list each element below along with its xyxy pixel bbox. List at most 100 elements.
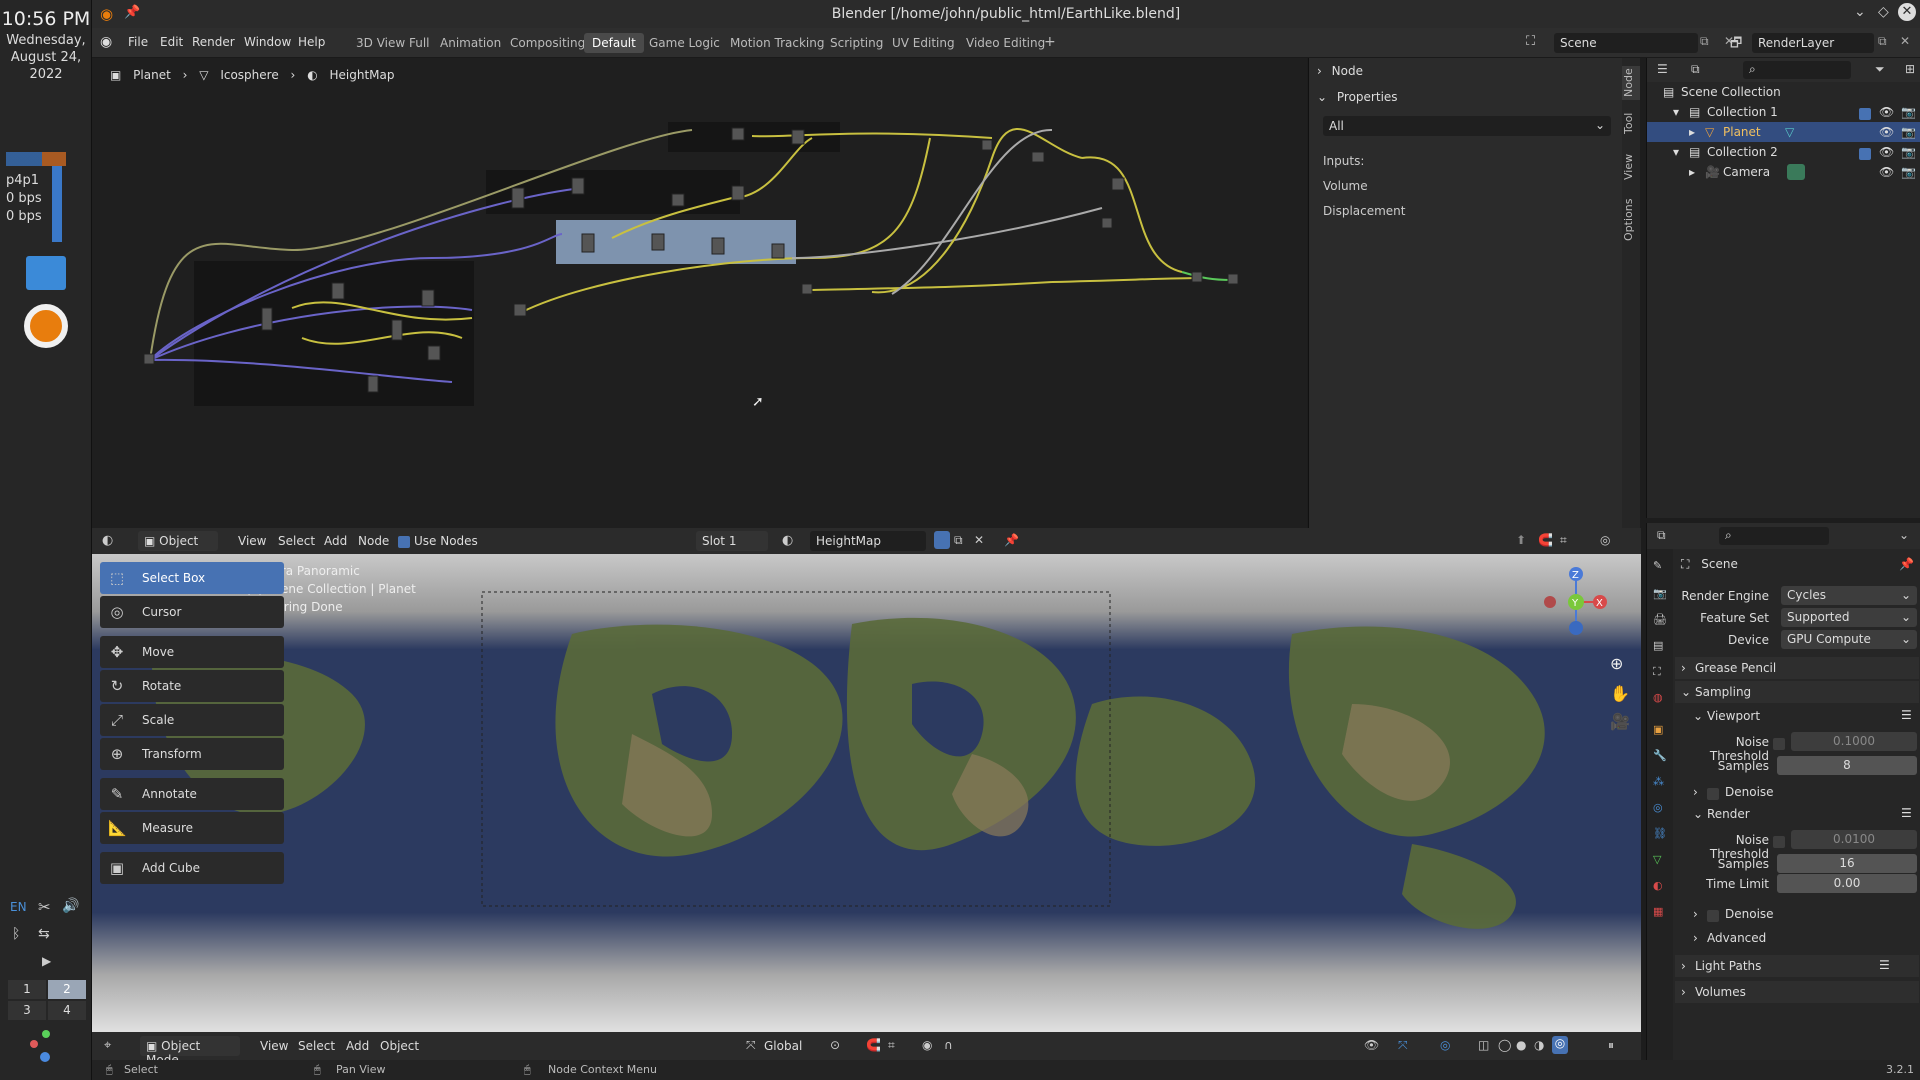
pan-hand-icon[interactable]: ✋ [1610, 684, 1630, 703]
tab-node[interactable]: Node [1622, 66, 1640, 100]
camera-view-icon[interactable]: 🎥 [1610, 712, 1630, 731]
output-tab-icon[interactable]: 🖨 [1653, 613, 1667, 626]
snap-icon[interactable]: 🧲 [866, 1038, 881, 1052]
menu-add[interactable]: Add [324, 534, 347, 548]
volume-icon[interactable]: 🔊 [62, 898, 79, 914]
scene-tab-icon[interactable]: ⛶ [1653, 665, 1661, 679]
subpanel-viewport[interactable]: ⌄ Viewport ☰ [1675, 705, 1919, 727]
panel-light-paths[interactable]: › Light Paths ☰ [1675, 955, 1919, 977]
tool-rotate[interactable]: ↻ Rotate [100, 670, 284, 702]
node[interactable] [651, 233, 665, 251]
node[interactable] [513, 303, 527, 317]
filter-icon[interactable]: ⏷ [1875, 62, 1885, 77]
tab-options[interactable]: Options [1622, 196, 1640, 244]
eye-icon[interactable]: 👁 [1879, 145, 1894, 159]
subpanel-render-denoise[interactable]: › Denoise [1675, 903, 1919, 925]
parent-node-tree-icon[interactable]: ⬆ [1516, 533, 1526, 547]
properties-filter-select[interactable]: All ⌄ [1323, 116, 1611, 136]
subpanel-viewport-denoise[interactable]: › Denoise [1675, 781, 1919, 803]
transform-orientation-select[interactable]: Global [764, 1039, 802, 1053]
camera-render-icon[interactable]: 📷 [1901, 105, 1916, 119]
scene-field[interactable]: Scene [1554, 33, 1698, 53]
network-icon[interactable]: ⇆ [38, 926, 50, 942]
constraints-tab-icon[interactable]: ⛓ [1653, 827, 1667, 840]
material-shading-icon[interactable]: ◑ [1534, 1038, 1544, 1052]
node[interactable] [801, 283, 813, 295]
menu-view[interactable]: View [238, 534, 266, 548]
eye-icon[interactable]: 👁 [1879, 165, 1894, 179]
render-engine-select[interactable]: Cycles ⌄ [1781, 586, 1917, 605]
outliner-item-planet[interactable]: ▸ ▽ Planet ▽ 👁 📷 [1647, 122, 1920, 142]
presets-icon[interactable]: ☰ [1901, 806, 1912, 820]
node[interactable] [671, 193, 685, 207]
node[interactable] [771, 243, 785, 259]
rendered-shading-icon[interactable]: ◎ [1552, 1036, 1568, 1054]
tab-game-logic[interactable]: Game Logic [641, 33, 728, 53]
node[interactable] [791, 129, 805, 145]
proportional-editing-icon[interactable]: ◉ [922, 1038, 932, 1052]
visibility-icon[interactable]: 👁 [1364, 1038, 1379, 1052]
time-limit-field[interactable]: 0.00 [1777, 874, 1917, 893]
denoise-checkbox[interactable] [1707, 786, 1719, 800]
pause-render-icon[interactable]: ⏸ [1608, 1038, 1614, 1053]
node[interactable] [711, 237, 725, 255]
tool-move[interactable]: ✥ Move [100, 636, 284, 668]
menu-help[interactable]: Help [298, 35, 325, 49]
pin-icon[interactable]: 📌 [1899, 557, 1914, 571]
node[interactable] [427, 345, 441, 361]
tab-animation[interactable]: Animation [432, 33, 509, 53]
falloff-icon[interactable]: ∩ [944, 1038, 953, 1052]
axis-gizmo[interactable]: Z Y X [1536, 562, 1616, 642]
editor-type-icon[interactable]: ☰ [1657, 62, 1668, 76]
menu-add[interactable]: Add [346, 1039, 369, 1053]
editor-type-icon[interactable]: ◐ [102, 533, 113, 548]
tool-transform[interactable]: ⊕ Transform [100, 738, 284, 770]
node[interactable] [1191, 271, 1203, 283]
data-tab-icon[interactable]: ▽ [1653, 853, 1661, 866]
noise-threshold-checkbox[interactable] [1773, 834, 1785, 848]
tab-default[interactable]: Default [584, 33, 644, 53]
expand-tray-icon[interactable]: ▶ [42, 954, 51, 968]
node[interactable] [331, 282, 345, 300]
menu-render[interactable]: Render [192, 35, 235, 49]
scene-new-icon[interactable]: ⧉ [1700, 34, 1709, 49]
outliner-search-input[interactable]: ⌕ [1743, 61, 1851, 79]
overlay-toggle-icon[interactable]: ◎ [1440, 1038, 1450, 1052]
editor-type-icon[interactable]: ⌖ [104, 1038, 111, 1053]
viewport-noise-field[interactable]: 0.1000 [1791, 732, 1917, 751]
blender-launcher-icon[interactable] [24, 304, 68, 348]
eye-icon[interactable]: 👁 [1879, 125, 1894, 139]
subpanel-render[interactable]: ⌄ Render ☰ [1675, 803, 1919, 825]
workspace-3[interactable]: 3 [8, 1001, 46, 1020]
duplicate-material-icon[interactable]: ⧉ [954, 533, 963, 548]
particles-tab-icon[interactable]: ⁂ [1653, 775, 1664, 788]
scene-icon[interactable]: ⛶ [1526, 34, 1535, 49]
zoom-icon[interactable]: ⊕ [1610, 654, 1623, 673]
node[interactable] [391, 319, 403, 341]
menu-file[interactable]: File [128, 35, 148, 49]
camera-render-icon[interactable]: 📷 [1901, 145, 1916, 159]
node[interactable] [731, 185, 745, 201]
renderlayer-new-icon[interactable]: ⧉ [1878, 34, 1887, 49]
navigation-gizmo[interactable]: Z Y X [1536, 562, 1616, 642]
workspace-2[interactable]: 2 [48, 980, 86, 999]
snap-icon[interactable]: 🧲 [1538, 533, 1553, 547]
node-graph[interactable] [92, 58, 1307, 528]
use-nodes-checkbox[interactable] [398, 535, 410, 548]
node[interactable] [1031, 151, 1045, 163]
properties-search-input[interactable]: ⌕ [1719, 527, 1829, 545]
renderlayer-delete-icon[interactable]: ✕ [1900, 34, 1910, 48]
view-layer-tab-icon[interactable]: ▤ [1653, 639, 1663, 652]
fake-user-icon[interactable] [934, 531, 950, 549]
menu-select[interactable]: Select [278, 534, 315, 548]
node[interactable] [571, 177, 585, 195]
camera-render-icon[interactable]: 📷 [1901, 165, 1916, 179]
pin-icon[interactable]: 📌 [1004, 533, 1019, 547]
tab-uv-editing[interactable]: UV Editing [884, 33, 963, 53]
panel-grease-pencil[interactable]: › Grease Pencil [1675, 657, 1919, 679]
node[interactable] [261, 307, 273, 331]
menu-select[interactable]: Select [298, 1039, 335, 1053]
render-tab-icon[interactable]: 📷 [1653, 587, 1667, 600]
eye-icon[interactable]: 👁 [1879, 105, 1894, 119]
node[interactable] [143, 353, 155, 365]
